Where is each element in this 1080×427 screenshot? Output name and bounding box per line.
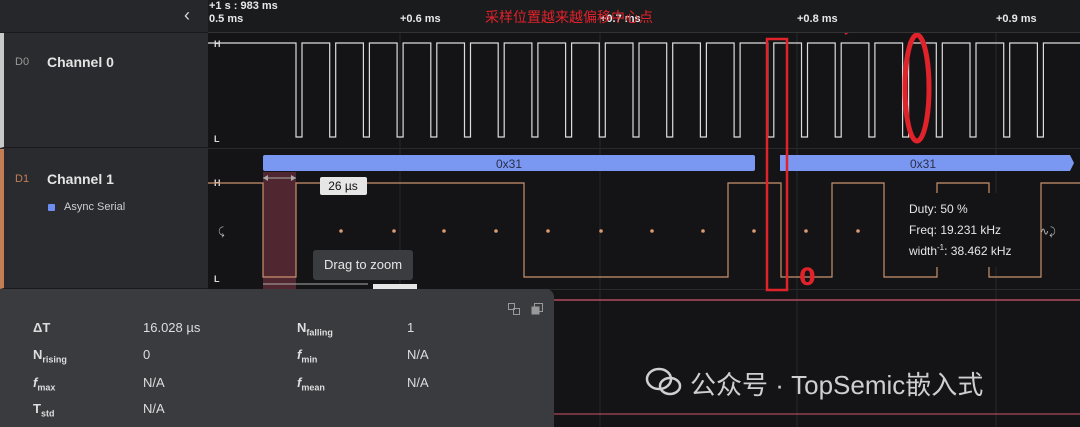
channel-name[interactable]: Channel 0: [47, 54, 114, 70]
sample-dot: [546, 229, 550, 233]
metric-label-n-falling: Nfalling: [297, 320, 333, 338]
signal-edge-icon: ⤹: [218, 225, 225, 238]
width-value: : 38.462 kHz: [944, 244, 1012, 258]
decoded-frame-value: 0x31: [496, 157, 522, 171]
channel-0-lane: [208, 33, 1080, 148]
cursor-time-label: 26 µs: [328, 179, 358, 193]
sample-dot: [752, 229, 756, 233]
metric-value: N/A: [143, 375, 165, 390]
channel-id: D0: [15, 56, 30, 68]
sample-dot: [650, 229, 654, 233]
analyzer-color-swatch: [48, 204, 55, 211]
channel-row-1[interactable]: D1 Channel 1 Async Serial: [0, 149, 208, 289]
drag-to-zoom-tooltip: Drag to zoom: [313, 250, 414, 280]
duty-readout: Duty: 50 %: [909, 202, 968, 216]
signal-wave-icon: ∿⤸: [1040, 225, 1056, 238]
chevron-left-icon[interactable]: ‹: [184, 6, 190, 24]
metric-value: 16.028 µs: [143, 320, 201, 335]
sidebar-header: ‹: [0, 0, 208, 33]
metric-label-n-rising: Nrising: [33, 347, 67, 365]
ruler-origin-time: +1 s : 983 ms: [209, 0, 278, 12]
annotation-caption: 采样位置越来越偏移中心点: [485, 10, 653, 26]
channel-row-0[interactable]: D0 Channel 0: [0, 33, 208, 148]
ruler-tick-label: +0.8 ms: [797, 13, 838, 25]
channel-name[interactable]: Channel 1: [47, 171, 114, 187]
analyzer-name[interactable]: Async Serial: [64, 201, 125, 213]
duplicate-icon[interactable]: [531, 303, 543, 315]
metric-label-f-min: fmin: [297, 347, 318, 365]
metric-value: 0: [143, 347, 151, 362]
sample-dot: [804, 229, 808, 233]
measurement-panel: ΔT 16.028 µs Nfalling 1 Nrising 0 fmin N…: [0, 289, 554, 427]
level-low-label: L: [214, 134, 220, 144]
metric-value: 1: [407, 320, 415, 335]
ruler-tick-label: +0.9 ms: [996, 13, 1037, 25]
level-low-label: L: [214, 274, 220, 284]
ruler-origin-offset: 0.5 ms: [209, 13, 244, 25]
sample-dot: [701, 229, 705, 233]
sample-dot: [856, 229, 860, 233]
sample-dot: [339, 229, 343, 233]
sample-dot: [392, 229, 396, 233]
level-high-label: H: [214, 39, 221, 49]
metric-label-t-std: Tstd: [33, 401, 55, 419]
selected-region[interactable]: [263, 172, 296, 289]
annotation-mark: 0: [799, 263, 816, 291]
metric-value: N/A: [407, 347, 429, 362]
frequency-readout: Freq: 19.231 kHz: [909, 223, 1002, 237]
wechat-icon: [645, 367, 682, 396]
metric-label-delta-t: ΔT: [33, 320, 51, 335]
metric-value: N/A: [407, 375, 429, 390]
sample-dot: [494, 229, 498, 233]
watermark-text: 公众号 · TopSemic嵌入式: [690, 370, 984, 400]
sample-dot: [442, 229, 446, 233]
sample-dot: [599, 229, 603, 233]
copy-icon[interactable]: [508, 303, 520, 315]
ruler-tick-label: +0.6 ms: [400, 13, 441, 25]
metric-value: N/A: [143, 401, 165, 416]
metric-label-f-mean: fmean: [297, 375, 325, 393]
width-readout: width-1: 38.462 kHz: [909, 243, 1012, 258]
metric-label-f-max: fmax: [33, 375, 56, 393]
width-label: width: [909, 244, 938, 258]
decoded-frame-value: 0x31: [910, 157, 936, 171]
measurement-tooltip: Duty: 50 % Freq: 19.231 kHz width-1: 38.…: [902, 193, 1038, 267]
channel-id: D1: [15, 173, 30, 185]
